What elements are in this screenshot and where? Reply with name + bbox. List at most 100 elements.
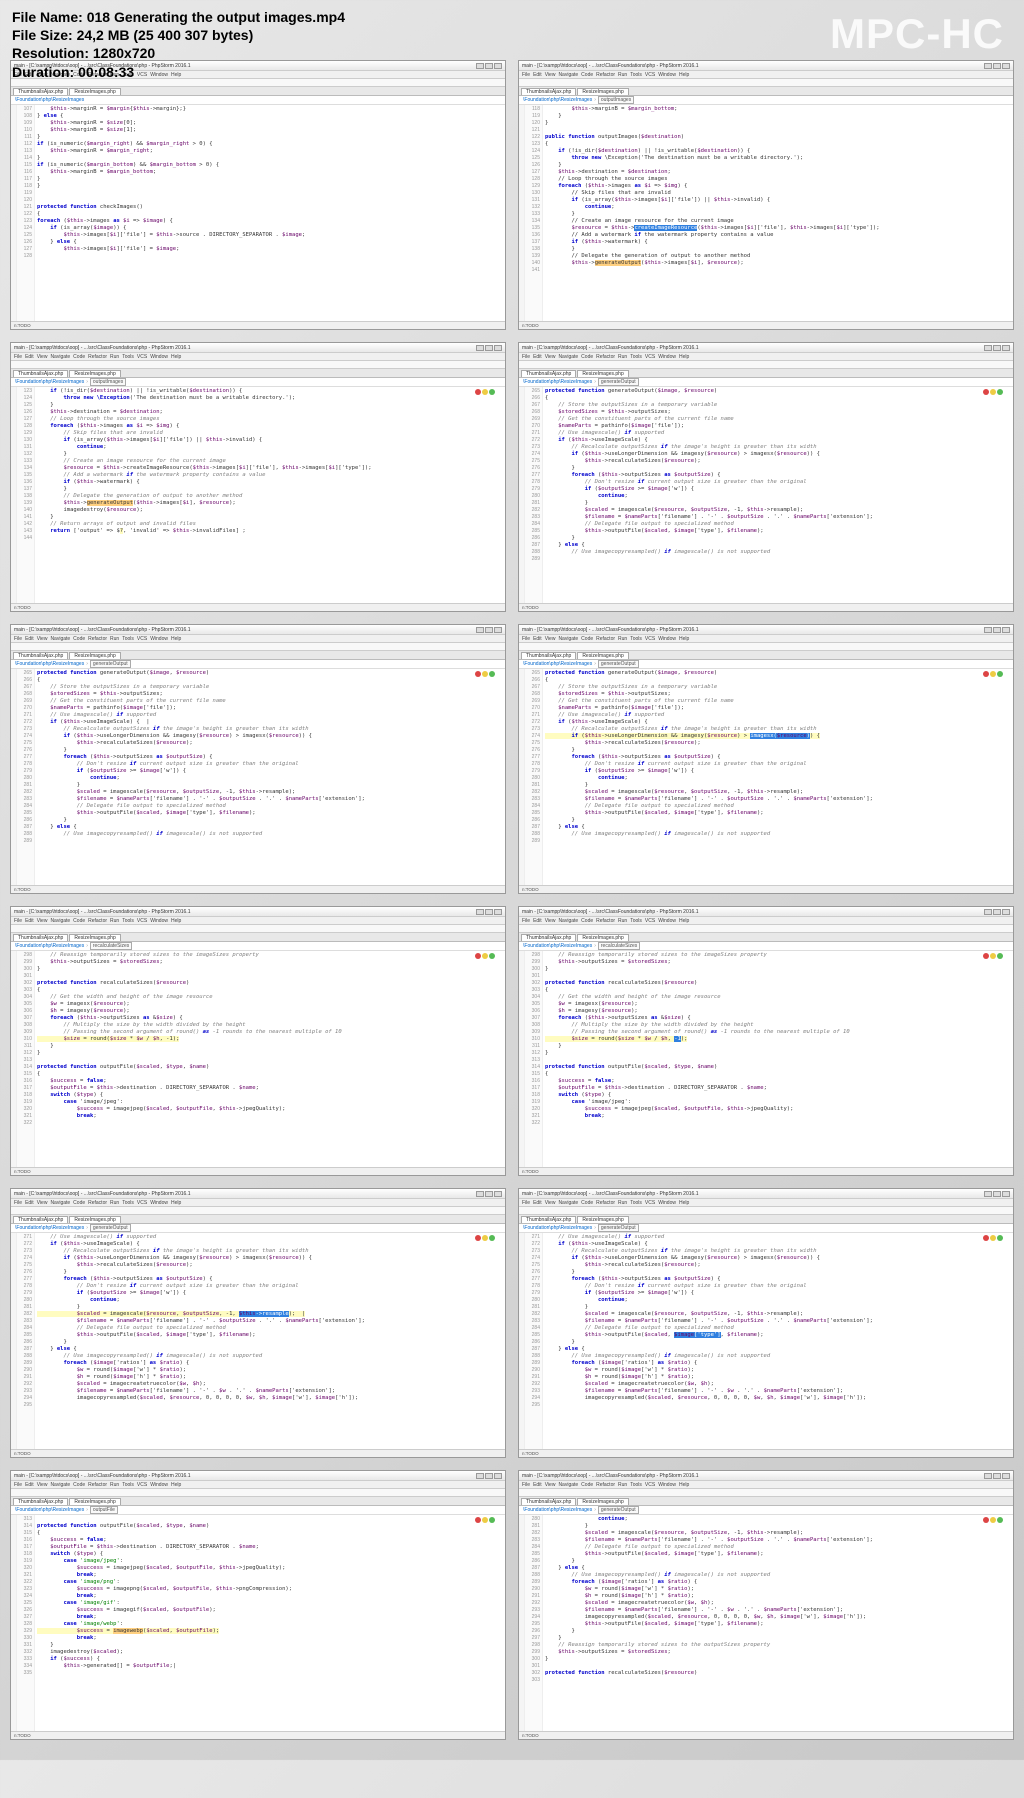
inspection-badges xyxy=(983,389,1003,395)
menu-bar[interactable]: FileEditViewNavigateCodeRefactorRunTools… xyxy=(11,1199,505,1207)
code-content[interactable]: $this->marginR = $margin{$this->margin};… xyxy=(35,105,505,321)
window-buttons[interactable] xyxy=(476,345,502,351)
code-content[interactable]: // Reassign temporarily stored sizes to … xyxy=(543,951,1013,1167)
code-editor[interactable]: 313 314 315 316 317 318 319 320 321 322 … xyxy=(11,1515,505,1731)
code-editor[interactable]: 265 266 267 268 269 270 271 272 273 274 … xyxy=(519,387,1013,603)
player-logo: MPC-HC xyxy=(830,10,1004,58)
status-bar: n:TODO xyxy=(519,1449,1013,1457)
breadcrumb[interactable]: \Foundation\php\ResizeImages›outputFile xyxy=(11,1506,505,1515)
window-titlebar: main - [C:\xampp\htdocs\oop] - ...\src\C… xyxy=(519,907,1013,917)
code-content[interactable]: protected function generateOutput($image… xyxy=(543,387,1013,603)
editor-tabs[interactable]: ThumbnailsAjax.phpResizeImages.php xyxy=(11,933,505,942)
window-titlebar: main - [C:\xampp\htdocs\oop] - ...\src\C… xyxy=(11,625,505,635)
code-content[interactable]: protected function generateOutput($image… xyxy=(543,669,1013,885)
code-content[interactable]: // Reassign temporarily stored sizes to … xyxy=(35,951,505,1167)
toolbar[interactable] xyxy=(11,361,505,369)
line-numbers: 265 266 267 268 269 270 271 272 273 274 … xyxy=(525,387,543,603)
window-buttons[interactable] xyxy=(984,63,1010,69)
file-info-overlay: File Name: 018 Generating the output ima… xyxy=(12,8,345,81)
window-buttons[interactable] xyxy=(984,909,1010,915)
code-content[interactable]: protected function generateOutput($image… xyxy=(35,669,505,885)
ide-thumbnail: main - [C:\xampp\htdocs\oop] - ...\src\C… xyxy=(518,60,1014,330)
window-titlebar: main - [C:\xampp\htdocs\oop] - ...\src\C… xyxy=(11,343,505,353)
code-editor[interactable]: 118 119 120 121 122 123 124 125 126 127 … xyxy=(519,105,1013,321)
editor-tabs[interactable]: ThumbnailsAjax.phpResizeImages.php xyxy=(519,651,1013,660)
code-content[interactable]: continue; } $scaled = imagescale($resour… xyxy=(543,1515,1013,1731)
status-bar: n:TODO xyxy=(11,321,505,329)
toolbar[interactable] xyxy=(11,1489,505,1497)
editor-tabs[interactable]: ThumbnailsAjax.phpResizeImages.php xyxy=(11,1497,505,1506)
toolbar[interactable] xyxy=(519,361,1013,369)
toolbar[interactable] xyxy=(11,643,505,651)
editor-tabs[interactable]: ThumbnailsAjax.phpResizeImages.php xyxy=(11,1215,505,1224)
window-buttons[interactable] xyxy=(476,1191,502,1197)
window-titlebar: main - [C:\xampp\htdocs\oop] - ...\src\C… xyxy=(519,343,1013,353)
editor-tabs[interactable]: ThumbnailsAjax.phpResizeImages.php xyxy=(11,651,505,660)
code-content[interactable]: // Use imagescale() if supported if ($th… xyxy=(543,1233,1013,1449)
code-editor[interactable]: 265 266 267 268 269 270 271 272 273 274 … xyxy=(519,669,1013,885)
ide-thumbnail: main - [C:\xampp\htdocs\oop] - ...\src\C… xyxy=(10,1470,506,1740)
editor-tabs[interactable]: ThumbnailsAjax.phpResizeImages.php xyxy=(519,369,1013,378)
menu-bar[interactable]: FileEditViewNavigateCodeRefactorRunTools… xyxy=(11,635,505,643)
menu-bar[interactable]: FileEditViewNavigateCodeRefactorRunTools… xyxy=(519,635,1013,643)
line-numbers: 118 119 120 121 122 123 124 125 126 127 … xyxy=(525,105,543,321)
menu-bar[interactable]: FileEditViewNavigateCodeRefactorRunTools… xyxy=(11,917,505,925)
editor-tabs[interactable]: ThumbnailsAjax.phpResizeImages.php xyxy=(11,369,505,378)
line-numbers: 271 272 273 274 275 276 277 278 279 280 … xyxy=(17,1233,35,1449)
menu-bar[interactable]: FileEditViewNavigateCodeRefactorRunTools… xyxy=(519,1481,1013,1489)
ide-thumbnail: main - [C:\xampp\htdocs\oop] - ...\src\C… xyxy=(10,342,506,612)
breadcrumb[interactable]: \Foundation\php\ResizeImages›generateOut… xyxy=(519,378,1013,387)
toolbar[interactable] xyxy=(11,925,505,933)
code-editor[interactable]: 107 108 109 110 111 112 113 114 115 116 … xyxy=(11,105,505,321)
code-content[interactable]: protected function outputFile($scaled, $… xyxy=(35,1515,505,1731)
breadcrumb[interactable]: \Foundation\php\ResizeImages›generateOut… xyxy=(11,1224,505,1233)
window-buttons[interactable] xyxy=(476,909,502,915)
breadcrumb[interactable]: \Foundation\php\ResizeImages›generateOut… xyxy=(519,1506,1013,1515)
breadcrumb[interactable]: \Foundation\php\ResizeImages›generateOut… xyxy=(519,660,1013,669)
code-editor[interactable]: 298 299 300 301 302 303 304 305 306 307 … xyxy=(519,951,1013,1167)
editor-tabs[interactable]: ThumbnailsAjax.phpResizeImages.php xyxy=(519,87,1013,96)
window-buttons[interactable] xyxy=(476,63,502,69)
window-buttons[interactable] xyxy=(984,627,1010,633)
breadcrumb[interactable]: \Foundation\php\ResizeImages›outputImage… xyxy=(11,378,505,387)
breadcrumb[interactable]: \Foundation\php\ResizeImages›recalculate… xyxy=(11,942,505,951)
code-content[interactable]: $this->marginB = $margin_bottom; } } pub… xyxy=(543,105,1013,321)
window-buttons[interactable] xyxy=(984,1473,1010,1479)
code-editor[interactable]: 280 281 282 283 284 285 286 287 288 289 … xyxy=(519,1515,1013,1731)
toolbar[interactable] xyxy=(519,1489,1013,1497)
toolbar[interactable] xyxy=(519,79,1013,87)
menu-bar[interactable]: FileEditViewNavigateCodeRefactorRunTools… xyxy=(519,917,1013,925)
code-content[interactable]: // Use imagescale() if supported if ($th… xyxy=(35,1233,505,1449)
menu-bar[interactable]: FileEditViewNavigateCodeRefactorRunTools… xyxy=(519,71,1013,79)
editor-tabs[interactable]: ThumbnailsAjax.phpResizeImages.php xyxy=(519,1215,1013,1224)
toolbar[interactable] xyxy=(11,1207,505,1215)
code-editor[interactable]: 265 266 267 268 269 270 271 272 273 274 … xyxy=(11,669,505,885)
breadcrumb[interactable]: \Foundation\php\ResizeImages xyxy=(11,96,505,105)
code-editor[interactable]: 271 272 273 274 275 276 277 278 279 280 … xyxy=(11,1233,505,1449)
window-buttons[interactable] xyxy=(476,1473,502,1479)
window-buttons[interactable] xyxy=(984,345,1010,351)
code-editor[interactable]: 298 299 300 301 302 303 304 305 306 307 … xyxy=(11,951,505,1167)
menu-bar[interactable]: FileEditViewNavigateCodeRefactorRunTools… xyxy=(11,353,505,361)
menu-bar[interactable]: FileEditViewNavigateCodeRefactorRunTools… xyxy=(519,353,1013,361)
toolbar[interactable] xyxy=(519,925,1013,933)
toolbar[interactable] xyxy=(519,1207,1013,1215)
menu-bar[interactable]: FileEditViewNavigateCodeRefactorRunTools… xyxy=(11,1481,505,1489)
window-buttons[interactable] xyxy=(984,1191,1010,1197)
code-content[interactable]: if (!is_dir($destination) || !is_writabl… xyxy=(35,387,505,603)
menu-bar[interactable]: FileEditViewNavigateCodeRefactorRunTools… xyxy=(519,1199,1013,1207)
status-bar: n:TODO xyxy=(519,1731,1013,1739)
breadcrumb[interactable]: \Foundation\php\ResizeImages›outputImage… xyxy=(519,96,1013,105)
ide-thumbnail: main - [C:\xampp\htdocs\oop] - ...\src\C… xyxy=(518,1470,1014,1740)
toolbar[interactable] xyxy=(519,643,1013,651)
editor-tabs[interactable]: ThumbnailsAjax.phpResizeImages.php xyxy=(11,87,505,96)
window-buttons[interactable] xyxy=(476,627,502,633)
code-editor[interactable]: 271 272 273 274 275 276 277 278 279 280 … xyxy=(519,1233,1013,1449)
editor-tabs[interactable]: ThumbnailsAjax.phpResizeImages.php xyxy=(519,933,1013,942)
breadcrumb[interactable]: \Foundation\php\ResizeImages›recalculate… xyxy=(519,942,1013,951)
breadcrumb[interactable]: \Foundation\php\ResizeImages›generateOut… xyxy=(11,660,505,669)
code-editor[interactable]: 123 124 125 126 127 128 129 130 131 132 … xyxy=(11,387,505,603)
editor-tabs[interactable]: ThumbnailsAjax.phpResizeImages.php xyxy=(519,1497,1013,1506)
inspection-badges xyxy=(983,1517,1003,1523)
breadcrumb[interactable]: \Foundation\php\ResizeImages›generateOut… xyxy=(519,1224,1013,1233)
